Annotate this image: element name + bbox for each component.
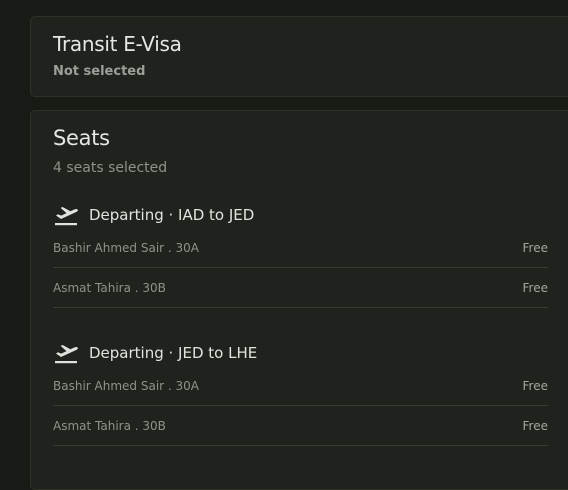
seat-row[interactable]: Bashir Ahmed Sair . 30A Free	[53, 366, 548, 406]
seat-row[interactable]: Bashir Ahmed Sair . 30A Free	[53, 228, 548, 268]
seats-card: Seats 4 seats selected Departing · IAD t…	[30, 110, 568, 490]
leg-header: Departing · JED to LHE	[53, 340, 548, 366]
seat-price: Free	[522, 280, 548, 295]
passenger-seat: Asmat Tahira . 30B	[53, 418, 166, 433]
seats-summary: 4 seats selected	[53, 160, 168, 176]
passenger-seat: Bashir Ahmed Sair . 30A	[53, 240, 200, 255]
seat-price: Free	[522, 418, 548, 433]
transit-evisa-title: Transit E-Visa	[53, 32, 182, 56]
passenger-seat: Asmat Tahira . 30B	[53, 280, 166, 295]
seat-row[interactable]: Asmat Tahira . 30B Free	[53, 406, 548, 446]
leg-header: Departing · IAD to JED	[53, 202, 548, 228]
leg-title: Departing · JED to LHE	[89, 344, 258, 362]
plane-departure-icon	[55, 345, 78, 364]
passenger-seat: Bashir Ahmed Sair . 30A	[53, 378, 200, 393]
seat-leg-1: Departing · IAD to JED Bashir Ahmed Sair…	[53, 202, 548, 308]
plane-departure-icon	[55, 207, 78, 226]
seat-row[interactable]: Asmat Tahira . 30B Free	[53, 268, 548, 308]
leg-title: Departing · IAD to JED	[89, 206, 255, 224]
transit-evisa-status: Not selected	[53, 64, 146, 79]
seats-title: Seats	[53, 126, 110, 150]
seat-price: Free	[522, 240, 548, 255]
seat-price: Free	[522, 378, 548, 393]
seat-leg-2: Departing · JED to LHE Bashir Ahmed Sair…	[53, 340, 548, 446]
transit-evisa-card[interactable]: Transit E-Visa Not selected	[30, 16, 568, 97]
